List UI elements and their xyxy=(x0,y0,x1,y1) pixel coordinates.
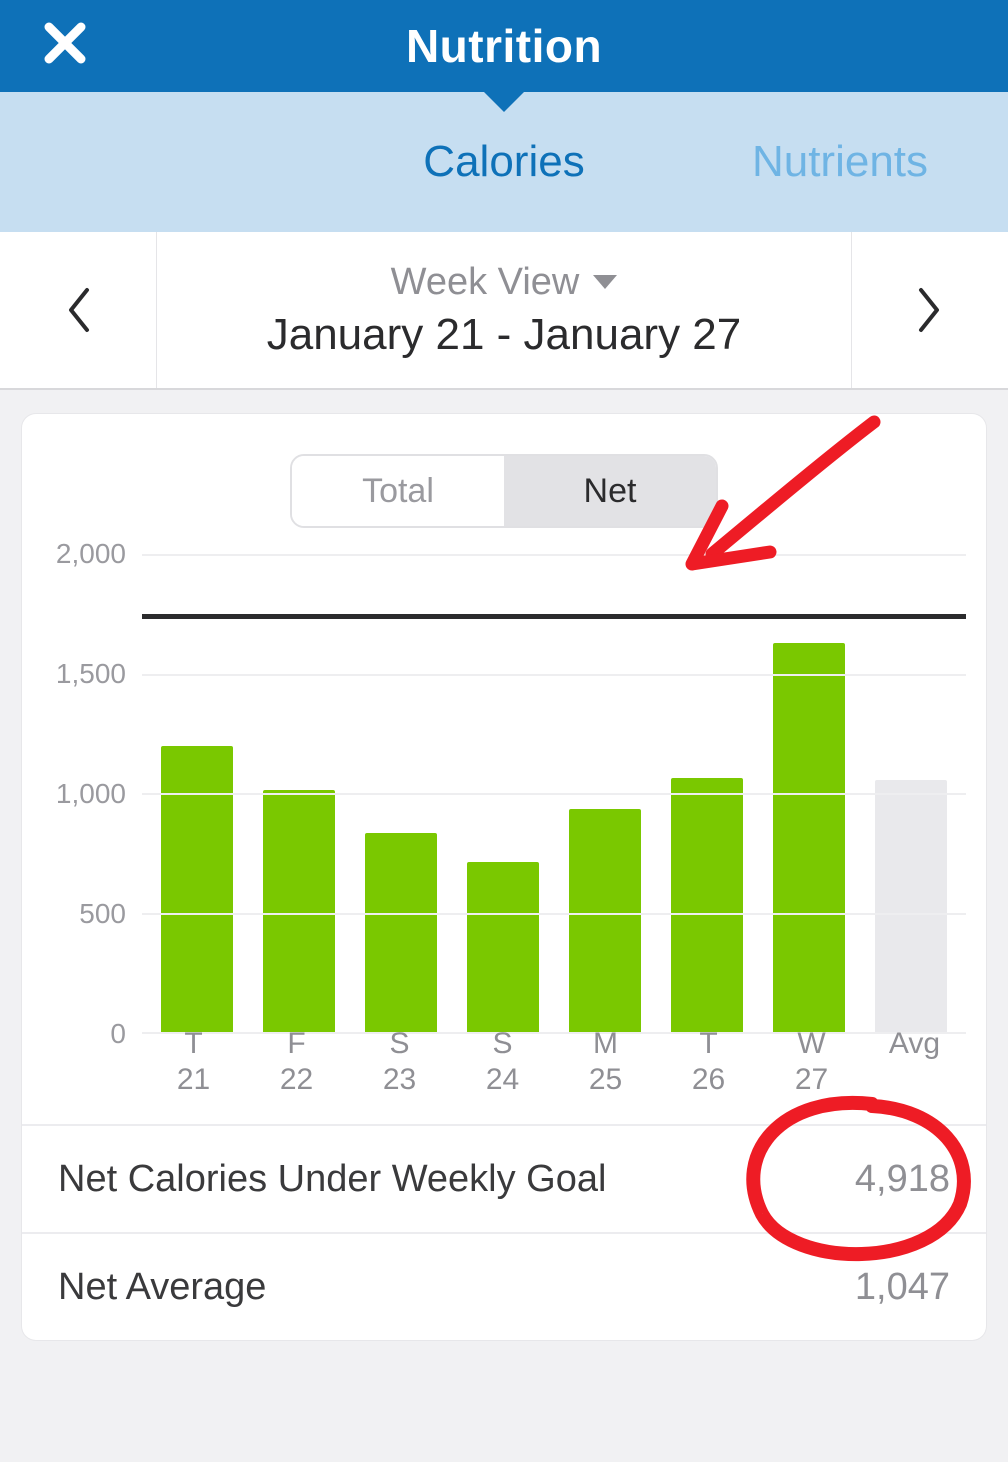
y-tick-label: 2,000 xyxy=(56,538,126,570)
close-button[interactable] xyxy=(40,18,90,68)
stat-under-goal-label: Net Calories Under Weekly Goal xyxy=(58,1158,606,1201)
y-tick-label: 1,500 xyxy=(56,658,126,690)
chart-gridline xyxy=(142,554,966,556)
chart-bar xyxy=(365,833,437,1032)
stat-net-average: Net Average 1,047 xyxy=(22,1232,986,1340)
app-header: Nutrition xyxy=(0,0,1008,92)
chart-bar-avg xyxy=(875,780,947,1032)
y-tick-label: 500 xyxy=(79,898,126,930)
y-tick-label: 1,000 xyxy=(56,778,126,810)
goal-line xyxy=(142,614,966,619)
chart-bar xyxy=(671,778,743,1032)
chart-bar xyxy=(467,862,539,1032)
tab-nutrients[interactable]: Nutrients xyxy=(672,137,1008,187)
total-net-segment: Total Net xyxy=(290,454,718,528)
stat-under-goal-value: 4,918 xyxy=(855,1158,950,1201)
chart-bar xyxy=(569,809,641,1032)
page-title: Nutrition xyxy=(406,19,602,73)
x-tick-label: M25 xyxy=(570,1020,642,1094)
stat-net-average-label: Net Average xyxy=(58,1266,266,1309)
calories-chart: 05001,0001,5002,000 T21F22S23S24M25T26W2… xyxy=(42,554,966,1094)
y-tick-label: 0 xyxy=(110,1018,126,1050)
segment-net[interactable]: Net xyxy=(504,456,716,526)
chart-gridline xyxy=(142,913,966,915)
x-tick-label: T26 xyxy=(673,1020,745,1094)
x-tick-label: F22 xyxy=(261,1020,333,1094)
prev-week-button[interactable] xyxy=(0,232,156,388)
chart-gridline xyxy=(142,793,966,795)
date-range-selector[interactable]: Week View January 21 - January 27 xyxy=(156,232,852,388)
chart-bar xyxy=(263,790,335,1032)
chart-bar xyxy=(161,746,233,1032)
x-tick-label: W27 xyxy=(776,1020,848,1094)
chevron-left-icon xyxy=(63,286,93,334)
segment-total[interactable]: Total xyxy=(292,456,504,526)
x-tick-label: Avg xyxy=(879,1020,951,1094)
chart-y-axis: 05001,0001,5002,000 xyxy=(42,554,132,1034)
caret-down-icon xyxy=(482,90,526,112)
close-icon xyxy=(43,21,87,65)
chart-gridline xyxy=(142,674,966,676)
chart-bar xyxy=(773,643,845,1032)
x-tick-label: T21 xyxy=(158,1020,230,1094)
tab-bar: Calories Nutrients xyxy=(0,92,1008,232)
chart-plot-area xyxy=(142,554,966,1034)
next-week-button[interactable] xyxy=(852,232,1008,388)
view-mode-label: Week View xyxy=(391,261,618,304)
date-range-text: January 21 - January 27 xyxy=(267,310,742,360)
view-mode-text: Week View xyxy=(391,261,580,304)
stat-under-goal: Net Calories Under Weekly Goal 4,918 xyxy=(22,1124,986,1232)
x-tick-label: S23 xyxy=(364,1020,436,1094)
date-navigator: Week View January 21 - January 27 xyxy=(0,232,1008,390)
tab-calories[interactable]: Calories xyxy=(336,137,672,187)
dropdown-triangle-icon xyxy=(593,275,617,289)
nutrition-card: Total Net 0 500 1,000 1,500 2,000 T21 F22 S23 S… xyxy=(22,414,986,1340)
x-tick-label: S24 xyxy=(467,1020,539,1094)
stat-net-average-value: 1,047 xyxy=(855,1266,950,1309)
chart-x-axis: T21 F22 S23 S24 M25 T26 W27 Avg xyxy=(142,1020,966,1094)
chevron-right-icon xyxy=(915,286,945,334)
